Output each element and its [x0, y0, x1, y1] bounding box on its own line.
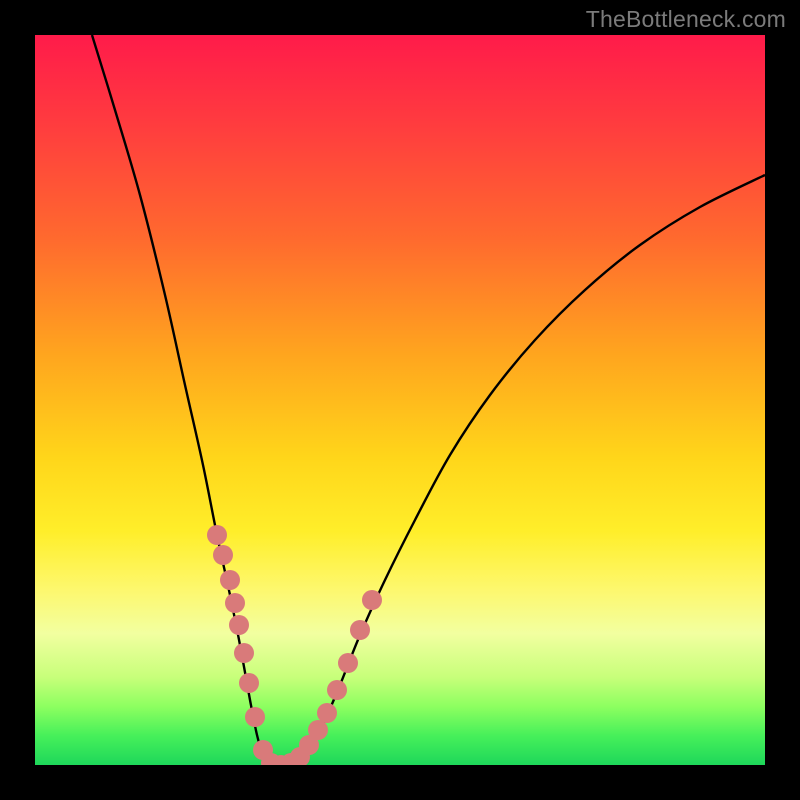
scatter-point	[213, 545, 233, 565]
scatter-point	[220, 570, 240, 590]
scatter-point	[327, 680, 347, 700]
scatter-point	[350, 620, 370, 640]
scatter-point	[229, 615, 249, 635]
scatter-point	[239, 673, 259, 693]
scatter-point	[317, 703, 337, 723]
bottleneck-curve	[92, 35, 765, 765]
plot-area	[35, 35, 765, 765]
scatter-point	[207, 525, 227, 545]
scatter-point	[308, 720, 328, 740]
chart-frame: TheBottleneck.com	[0, 0, 800, 800]
scatter-point	[245, 707, 265, 727]
watermark-text: TheBottleneck.com	[586, 6, 786, 33]
chart-svg	[35, 35, 765, 765]
scatter-point	[225, 593, 245, 613]
scatter-point	[362, 590, 382, 610]
scatter-point	[234, 643, 254, 663]
scatter-point	[338, 653, 358, 673]
